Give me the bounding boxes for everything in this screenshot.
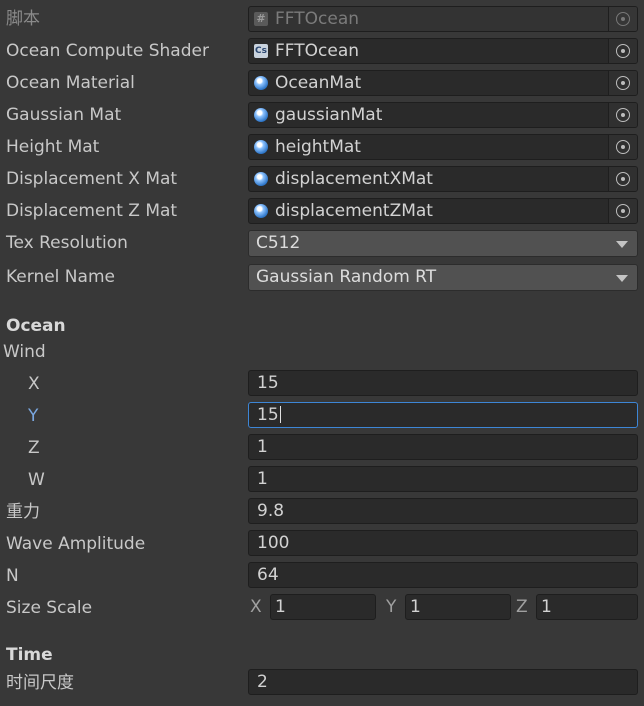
script-icon: # bbox=[254, 12, 268, 26]
displacement-z-mat-value: displacementZMat bbox=[275, 201, 433, 221]
kernel-name-dropdown[interactable]: Gaussian Random RT bbox=[248, 264, 638, 291]
time-scale-field[interactable]: 2 bbox=[248, 669, 638, 695]
gravity-label[interactable]: 重力 bbox=[6, 499, 40, 525]
size-scale-z-field[interactable]: 1 bbox=[536, 594, 638, 620]
wind-x-label[interactable]: X bbox=[28, 371, 40, 397]
tex-resolution-dropdown[interactable]: C512 bbox=[248, 230, 638, 257]
displacement-z-mat-field[interactable]: displacementZMat bbox=[248, 198, 638, 224]
displacement-x-mat-label: Displacement X Mat bbox=[6, 169, 178, 189]
chevron-down-icon bbox=[616, 275, 628, 282]
displacement-x-mat-value: displacementXMat bbox=[275, 169, 433, 189]
size-scale-y-label[interactable]: Y bbox=[386, 594, 396, 620]
wind-z-field[interactable]: 1 bbox=[248, 434, 638, 460]
kernel-name-value: Gaussian Random RT bbox=[256, 267, 437, 287]
ocean-material-label: Ocean Material bbox=[6, 73, 135, 93]
ocean-section-header: Ocean bbox=[6, 316, 66, 336]
displacement-x-mat-field[interactable]: displacementXMat bbox=[248, 166, 638, 192]
wave-amplitude-field[interactable]: 100 bbox=[248, 530, 638, 556]
size-scale-x-label[interactable]: X bbox=[250, 594, 262, 620]
tex-resolution-label: Tex Resolution bbox=[6, 233, 128, 253]
gravity-field[interactable]: 9.8 bbox=[248, 498, 638, 524]
gaussian-mat-value: gaussianMat bbox=[275, 105, 383, 125]
script-value: FFTOcean bbox=[275, 9, 360, 29]
wave-amplitude-label[interactable]: Wave Amplitude bbox=[6, 531, 145, 557]
wind-y-field[interactable]: 15 bbox=[248, 402, 638, 428]
time-section-header: Time bbox=[6, 645, 53, 665]
wind-x-field[interactable]: 15 bbox=[248, 370, 638, 396]
material-icon bbox=[254, 76, 268, 90]
time-scale-label[interactable]: 时间尺度 bbox=[6, 670, 74, 696]
wind-w-field[interactable]: 1 bbox=[248, 466, 638, 492]
object-picker-icon[interactable] bbox=[608, 71, 637, 95]
compute-shader-icon: Cs bbox=[254, 44, 268, 58]
ocean-material-field[interactable]: OceanMat bbox=[248, 70, 638, 96]
material-icon bbox=[254, 108, 268, 122]
tex-resolution-value: C512 bbox=[256, 233, 301, 253]
height-mat-field[interactable]: heightMat bbox=[248, 134, 638, 160]
kernel-name-label: Kernel Name bbox=[6, 267, 115, 287]
text-cursor bbox=[279, 406, 281, 423]
ocean-compute-shader-value: FFTOcean bbox=[275, 41, 360, 61]
displacement-z-mat-label: Displacement Z Mat bbox=[6, 201, 178, 221]
script-field: # FFTOcean bbox=[248, 6, 638, 32]
wind-w-label[interactable]: W bbox=[28, 467, 45, 493]
inspector-panel: 脚本 # FFTOcean Ocean Compute Shader Cs FF… bbox=[0, 0, 644, 706]
material-icon bbox=[254, 140, 268, 154]
size-scale-x-field[interactable]: 1 bbox=[270, 594, 376, 620]
height-mat-value: heightMat bbox=[275, 137, 361, 157]
object-picker-icon[interactable] bbox=[608, 167, 637, 191]
material-icon bbox=[254, 172, 268, 186]
ocean-material-value: OceanMat bbox=[275, 73, 362, 93]
wind-y-value: 15 bbox=[257, 405, 279, 425]
ocean-compute-shader-label: Ocean Compute Shader bbox=[6, 41, 209, 61]
material-icon bbox=[254, 204, 268, 218]
object-picker-icon[interactable] bbox=[608, 39, 637, 63]
height-mat-label: Height Mat bbox=[6, 137, 100, 157]
script-label: 脚本 bbox=[6, 9, 40, 29]
object-picker-icon[interactable] bbox=[608, 135, 637, 159]
object-picker-icon bbox=[608, 7, 637, 31]
wind-y-label[interactable]: Y bbox=[28, 403, 38, 429]
size-scale-y-field[interactable]: 1 bbox=[405, 594, 511, 620]
n-label[interactable]: N bbox=[6, 563, 19, 589]
object-picker-icon[interactable] bbox=[608, 199, 637, 223]
wind-label[interactable]: Wind bbox=[3, 339, 46, 365]
chevron-down-icon bbox=[616, 241, 628, 248]
wind-z-label[interactable]: Z bbox=[28, 435, 40, 461]
gaussian-mat-field[interactable]: gaussianMat bbox=[248, 102, 638, 128]
n-field[interactable]: 64 bbox=[248, 562, 638, 588]
object-picker-icon[interactable] bbox=[608, 103, 637, 127]
ocean-compute-shader-field[interactable]: Cs FFTOcean bbox=[248, 38, 638, 64]
size-scale-label[interactable]: Size Scale bbox=[6, 595, 92, 621]
size-scale-z-label[interactable]: Z bbox=[516, 594, 528, 620]
gaussian-mat-label: Gaussian Mat bbox=[6, 105, 122, 125]
